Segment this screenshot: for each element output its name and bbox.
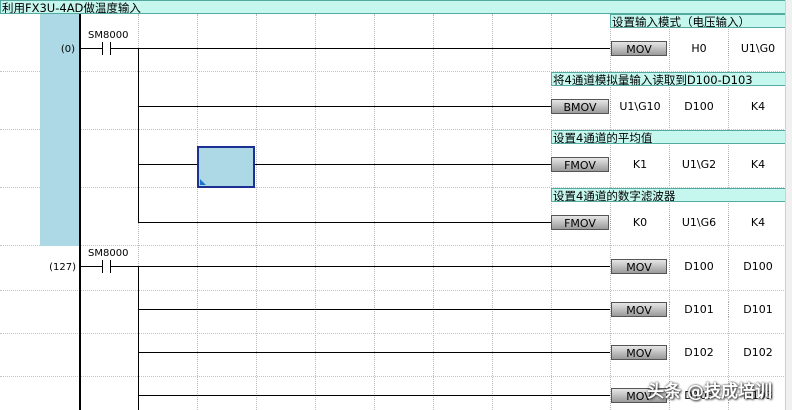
comment-read-analog[interactable]: 将4通道模拟量输入读取到D100-D103 <box>551 72 786 86</box>
grid-line <box>492 14 493 410</box>
statement-comment-text: 利用FX3U-4AD做温度输入 <box>2 1 141 14</box>
grid-line <box>0 245 792 246</box>
grid-line <box>197 14 198 410</box>
statement-comment[interactable]: 利用FX3U-4AD做温度输入 <box>0 0 786 14</box>
edit-cursor[interactable] <box>197 146 255 188</box>
wire <box>111 266 610 267</box>
operand[interactable]: U1\G0 <box>728 41 787 56</box>
instruction-label: MOV <box>626 347 652 360</box>
note-text: 设置4通道的平均值 <box>553 131 653 144</box>
branch-wire <box>138 48 139 222</box>
grid-line <box>315 14 316 410</box>
note-text: 设置输入模式（电压输入） <box>612 15 750 28</box>
instruction-fmov[interactable]: FMOV <box>551 215 609 230</box>
operand[interactable]: K4 <box>728 157 787 172</box>
instruction-mov[interactable]: MOV <box>611 345 667 360</box>
instruction-mov[interactable]: MOV <box>611 302 667 317</box>
contact-device-label: SM8000 <box>88 248 129 259</box>
wire <box>138 309 610 310</box>
instruction-label: MOV <box>626 261 652 274</box>
wire <box>138 352 610 353</box>
step-number: (0) <box>60 44 75 55</box>
grid-line <box>0 333 792 334</box>
instruction-fmov[interactable]: FMOV <box>551 157 609 172</box>
instruction-label: MOV <box>626 304 652 317</box>
operand[interactable]: D101 <box>728 302 787 317</box>
wire <box>81 266 102 267</box>
wire <box>81 48 102 49</box>
comment-set-average[interactable]: 设置4通道的平均值 <box>551 130 786 144</box>
instruction-bmov[interactable]: BMOV <box>551 99 609 114</box>
step-number: (127) <box>49 262 76 273</box>
ladder-editor[interactable]: 利用FX3U-4AD做温度输入 (0) SM8000 设置输入模式（电压输入） … <box>0 0 792 410</box>
instruction-label: FMOV <box>564 159 596 172</box>
operand[interactable]: D100 <box>669 99 728 114</box>
operand[interactable]: U1\G2 <box>669 157 728 172</box>
instruction-mov[interactable]: MOV <box>611 41 667 56</box>
instruction-mov[interactable]: MOV <box>611 259 667 274</box>
wire <box>138 222 551 223</box>
operand[interactable]: D100 <box>728 259 787 274</box>
operand[interactable]: K4 <box>728 99 787 114</box>
operand[interactable]: K4 <box>728 215 787 230</box>
note-text: 设置4通道的数字滤波器 <box>553 189 676 202</box>
wire <box>111 48 610 49</box>
operand[interactable]: U1\G6 <box>669 215 728 230</box>
watermark-text: 头条 @技成培训 <box>647 382 772 402</box>
comment-set-filter[interactable]: 设置4通道的数字滤波器 <box>551 188 786 202</box>
operand[interactable]: K0 <box>610 215 669 230</box>
wire <box>138 106 551 107</box>
comment-set-input-mode[interactable]: 设置输入模式（电压输入） <box>610 14 786 28</box>
grid-line <box>374 14 375 410</box>
cursor-corner-icon <box>200 179 206 185</box>
note-text: 将4通道模拟量输入读取到D100-D103 <box>553 73 753 86</box>
operand[interactable]: D100 <box>669 259 728 274</box>
contact-device-label: SM8000 <box>88 30 129 41</box>
left-power-rail <box>79 14 81 410</box>
operand[interactable]: K1 <box>610 157 669 172</box>
operand[interactable]: H0 <box>669 41 728 56</box>
operand[interactable]: D101 <box>669 302 728 317</box>
operand[interactable]: D102 <box>728 345 787 360</box>
vertical-scrollbar[interactable] <box>785 0 792 410</box>
grid-line <box>0 290 792 291</box>
operand[interactable]: D102 <box>669 345 728 360</box>
operand[interactable]: U1\G10 <box>610 99 669 114</box>
instruction-label: FMOV <box>564 217 596 230</box>
grid-line <box>256 14 257 410</box>
grid-line <box>433 14 434 410</box>
instruction-label: BMOV <box>563 101 597 114</box>
branch-wire <box>138 266 139 410</box>
instruction-label: MOV <box>626 43 652 56</box>
wire <box>138 395 610 396</box>
